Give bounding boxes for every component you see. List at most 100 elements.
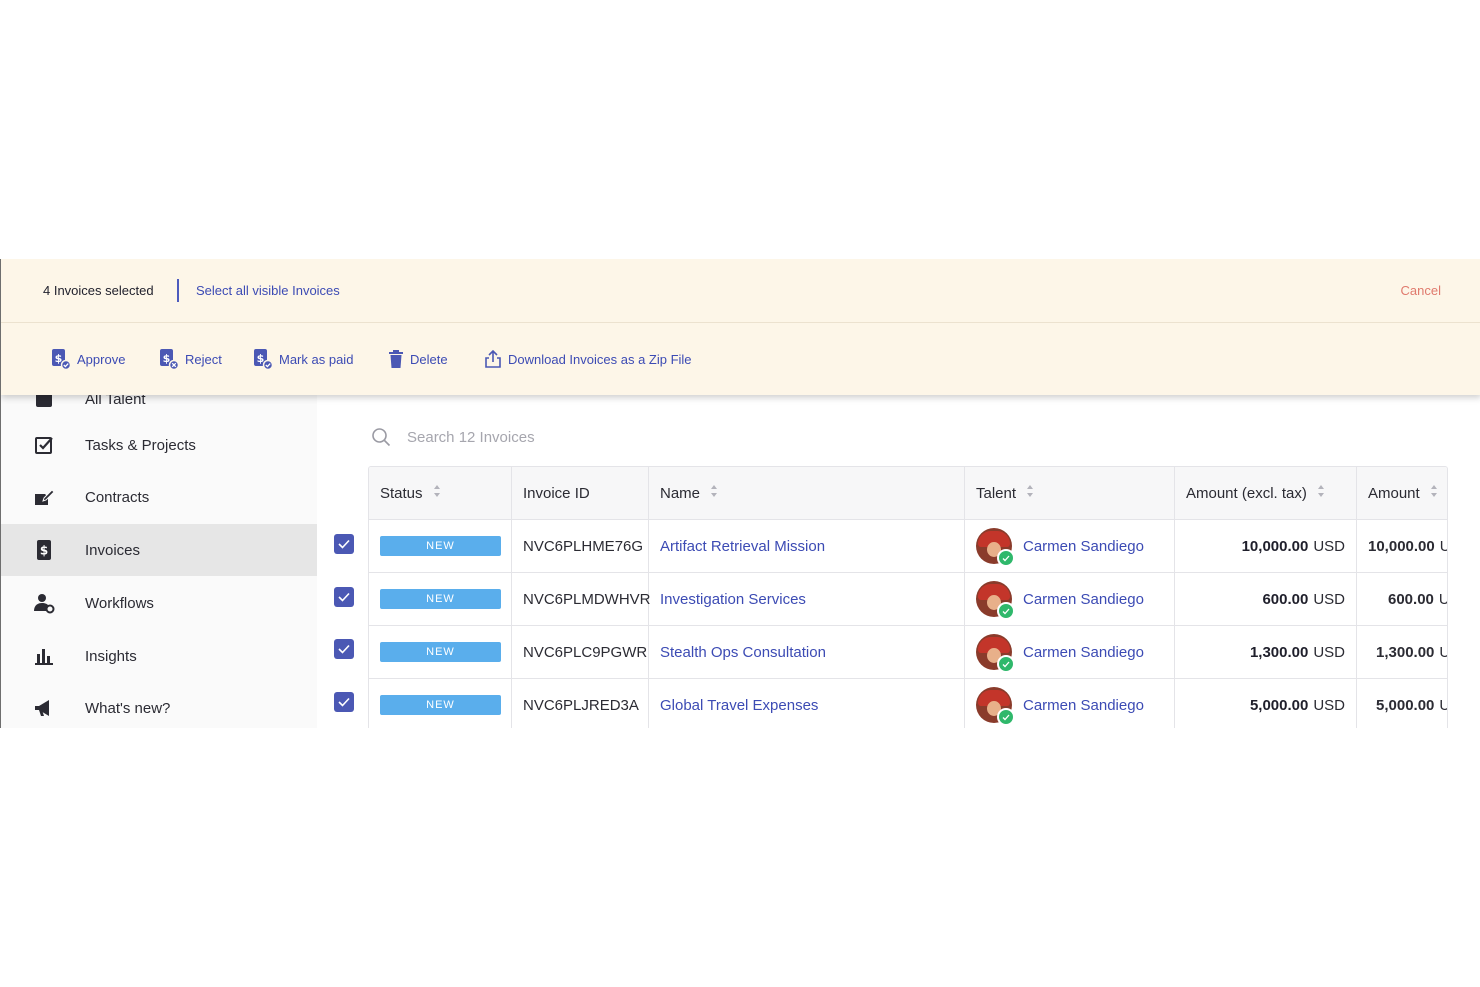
- row-checkbox[interactable]: [334, 692, 354, 712]
- cancel-selection-button[interactable]: Cancel: [1401, 283, 1441, 298]
- table-row[interactable]: NEW NVC6PLHME76G Artifact Retrieval Miss…: [369, 520, 1447, 573]
- column-header-label: Invoice ID: [523, 484, 590, 502]
- sidebar-item-insights[interactable]: Insights: [1, 630, 317, 682]
- verified-check-icon: [997, 708, 1015, 726]
- reject-label: Reject: [185, 351, 222, 367]
- search-icon: [371, 427, 391, 452]
- currency: U: [1439, 697, 1447, 714]
- sidebar-item-label: Contracts: [85, 488, 150, 506]
- avatar: [976, 581, 1015, 620]
- row-checkbox[interactable]: [334, 534, 354, 554]
- invoice-name-link[interactable]: Artifact Retrieval Mission: [660, 538, 825, 555]
- sort-icon: [1430, 484, 1438, 502]
- delete-button[interactable]: Delete: [388, 348, 448, 370]
- amount-excl-tax-cell: 10,000.00 USD: [1175, 520, 1357, 572]
- invoice-id-cell: NVC6PLHME76G: [512, 520, 649, 572]
- verified-check-icon: [997, 549, 1015, 567]
- invoice-name-link[interactable]: Investigation Services: [660, 591, 806, 608]
- approve-button[interactable]: $ Approve: [51, 348, 125, 370]
- avatar: [976, 528, 1015, 567]
- talent-link[interactable]: Carmen Sandiego: [1023, 591, 1144, 608]
- download-zip-button[interactable]: Download Invoices as a Zip File: [484, 348, 692, 370]
- currency: USD: [1313, 537, 1345, 555]
- table-row[interactable]: NEW NVC6PLJRED3A Global Travel Expenses …: [369, 679, 1447, 728]
- column-header-status[interactable]: Status: [369, 467, 512, 519]
- amount-cell: 1,300.00U: [1357, 626, 1447, 678]
- sidebar-item-workflows[interactable]: Workflows: [1, 577, 317, 629]
- sort-icon: [1026, 484, 1034, 502]
- sort-icon: [1317, 484, 1325, 502]
- sidebar-item-label: Workflows: [85, 594, 154, 612]
- divider: [177, 279, 179, 302]
- talent-cell: Carmen Sandiego: [965, 573, 1175, 625]
- currency: U: [1439, 644, 1447, 661]
- column-header-amount[interactable]: Amount: [1357, 467, 1447, 519]
- approve-label: Approve: [77, 351, 126, 367]
- sidebar-item-label: Tasks & Projects: [85, 436, 196, 454]
- search-input[interactable]: [405, 423, 809, 451]
- invoice-id-cell: NVC6PLJRED3A: [512, 679, 649, 728]
- table-row[interactable]: NEW NVC6PLC9PGWR Stealth Ops Consultatio…: [369, 626, 1447, 679]
- currency: USD: [1313, 590, 1345, 608]
- name-cell: Global Travel Expenses: [649, 679, 965, 728]
- talent-cell: Carmen Sandiego: [965, 626, 1175, 678]
- column-header-amount-excl-tax[interactable]: Amount (excl. tax): [1175, 467, 1357, 519]
- invoice-name-link[interactable]: Stealth Ops Consultation: [660, 644, 826, 661]
- amount-value: 5,000.00: [1249, 696, 1309, 714]
- sidebar-item-whats-new[interactable]: What's new?: [1, 682, 317, 728]
- talent-cell: Carmen Sandiego: [965, 679, 1175, 728]
- check-icon: [338, 644, 350, 654]
- bar-chart-icon: [33, 645, 55, 667]
- avatar: [976, 634, 1015, 673]
- amount-value: 10,000.00: [1241, 537, 1309, 555]
- contract-sign-icon: [33, 486, 55, 508]
- column-header-talent[interactable]: Talent: [965, 467, 1175, 519]
- talent-link[interactable]: Carmen Sandiego: [1023, 644, 1144, 661]
- column-header-label: Name: [660, 484, 701, 502]
- select-all-visible-link[interactable]: Select all visible Invoices: [196, 283, 340, 298]
- app-frame: 4 Invoices selected Select all visible I…: [0, 259, 1480, 728]
- invoice-approve-icon: $: [51, 348, 71, 370]
- amount-value: 1,300.00: [1249, 643, 1309, 661]
- currency: USD: [1313, 696, 1345, 714]
- share-upload-icon: [484, 349, 502, 369]
- megaphone-icon: [33, 697, 55, 719]
- amount-excl-tax-cell: 1,300.00 USD: [1175, 626, 1357, 678]
- column-header-invoice-id[interactable]: Invoice ID: [512, 467, 649, 519]
- table-row[interactable]: NEW NVC6PLMDWHVR Investigation Services …: [369, 573, 1447, 626]
- verified-check-icon: [997, 602, 1015, 620]
- check-icon: [338, 697, 350, 707]
- sidebar-item-tasks-projects[interactable]: Tasks & Projects: [1, 419, 317, 471]
- column-header-name[interactable]: Name: [649, 467, 965, 519]
- invoice-paid-icon: $: [253, 348, 273, 370]
- amount-cell: 5,000.00U: [1357, 679, 1447, 728]
- name-cell: Stealth Ops Consultation: [649, 626, 965, 678]
- selected-count: 4 Invoices selected: [43, 283, 154, 298]
- status-badge: NEW: [380, 536, 501, 556]
- download-zip-label: Download Invoices as a Zip File: [508, 351, 692, 367]
- mark-as-paid-button[interactable]: $ Mark as paid: [253, 348, 353, 370]
- row-checkbox[interactable]: [334, 639, 354, 659]
- talent-cell: Carmen Sandiego: [965, 520, 1175, 572]
- sidebar-item-invoices[interactable]: $ Invoices: [1, 524, 317, 576]
- invoice-reject-icon: $: [159, 348, 179, 370]
- column-header-label: Amount (excl. tax): [1186, 484, 1307, 502]
- column-header-label: Amount: [1368, 484, 1420, 502]
- sidebar: All Talent Tasks & Projects Contracts $ …: [1, 391, 317, 728]
- sidebar-item-label: Invoices: [85, 541, 141, 559]
- selection-bar: 4 Invoices selected Select all visible I…: [1, 259, 1480, 395]
- amount-value: 10,000.00: [1368, 537, 1435, 555]
- invoice-name-link[interactable]: Global Travel Expenses: [660, 697, 818, 714]
- talent-link[interactable]: Carmen Sandiego: [1023, 697, 1144, 714]
- sidebar-item-contracts[interactable]: Contracts: [1, 471, 317, 523]
- reject-button[interactable]: $ Reject: [159, 348, 222, 370]
- name-cell: Artifact Retrieval Mission: [649, 520, 965, 572]
- amount-cell: 10,000.00 U: [1357, 520, 1447, 572]
- invoice-id-cell: NVC6PLC9PGWR: [512, 626, 649, 678]
- amount-value: 1,300.00: [1376, 643, 1435, 661]
- selection-bar-summary: 4 Invoices selected Select all visible I…: [1, 259, 1480, 323]
- table-header: Status Invoice ID Name Talent Amount (ex…: [369, 467, 1447, 520]
- row-checkbox[interactable]: [334, 587, 354, 607]
- talent-link[interactable]: Carmen Sandiego: [1023, 538, 1144, 555]
- amount-value: 600.00: [1262, 590, 1309, 608]
